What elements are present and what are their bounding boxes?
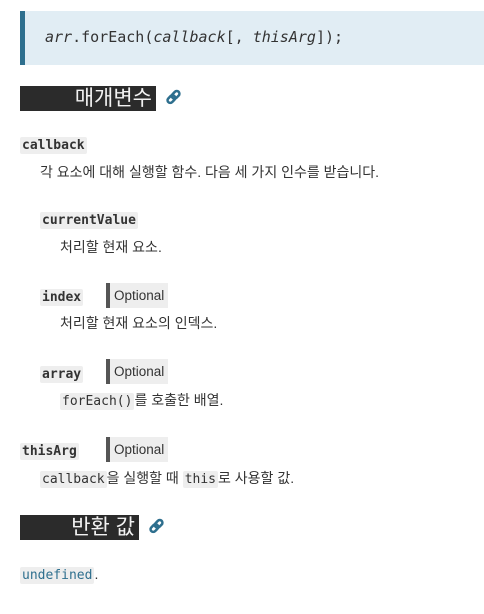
optional-badge: Optional (106, 437, 169, 462)
syntax-object: arr (45, 28, 73, 46)
syntax-arg-callback: callback (153, 28, 226, 46)
param-name: callback (20, 137, 87, 154)
param-desc: 처리할 현재 요소. (60, 239, 162, 255)
inline-code: forEach() (60, 393, 135, 410)
syntax-end: ]); (315, 28, 344, 46)
params-heading: 매개변수 (20, 86, 156, 111)
link-icon[interactable] (165, 89, 182, 106)
syntax-method: .forEach( (72, 28, 154, 46)
link-icon[interactable] (148, 518, 165, 535)
suffix: . (94, 566, 99, 582)
param-callback: callback (20, 136, 87, 154)
desc-text: 을 실행할 때 (106, 470, 183, 486)
inline-code: callback (40, 471, 107, 488)
param-index: index (40, 288, 84, 306)
param-desc: callback 을 실행할 때 this 로 사용할 값. (40, 468, 294, 488)
return-value: undefined. (20, 566, 99, 584)
undefined-link[interactable]: undefined (20, 567, 95, 584)
syntax-sep: [, (225, 28, 253, 46)
param-name: thisArg (20, 443, 79, 460)
param-name: array (40, 366, 84, 383)
param-name: index (40, 289, 84, 306)
param-desc: forEach() 를 호출한 배열. (60, 390, 223, 410)
syntax-code: arr.forEach(callback[, thisArg]); (45, 28, 343, 46)
param-thisarg: thisArg (20, 442, 79, 460)
returns-heading: 반환 값 (20, 515, 139, 540)
desc-text: 를 호출한 배열. (134, 392, 224, 408)
param-array: array (40, 365, 84, 383)
param-currentvalue: currentValue (40, 211, 138, 229)
param-name: currentValue (40, 212, 138, 229)
param-desc: 처리할 현재 요소의 인덱스. (60, 315, 218, 331)
syntax-arg-thisarg: thisArg (252, 28, 316, 46)
param-desc: 각 요소에 대해 실행할 함수. 다음 세 가지 인수를 받습니다. (40, 164, 380, 180)
optional-badge: Optional (106, 283, 169, 308)
desc-text: 로 사용할 값. (218, 470, 295, 486)
optional-badge: Optional (106, 359, 169, 384)
inline-code: this (182, 471, 219, 488)
syntax-box: arr.forEach(callback[, thisArg]); (20, 11, 484, 65)
